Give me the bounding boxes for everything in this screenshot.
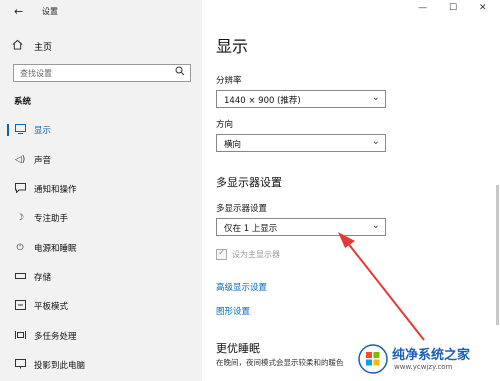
search-input[interactable]: 查找设置 [13,64,191,82]
orientation-dropdown[interactable]: 横向 ⌄ [216,134,386,152]
sidebar-item-label: 声音 [34,156,52,166]
chevron-down-icon: ⌄ [371,92,380,103]
storage-icon [13,272,27,282]
watermark-logo: 纯净系统之家 www.ycwjzy.com [356,341,496,377]
moon-icon: ☽ [15,213,25,223]
back-arrow-icon[interactable]: ← [14,5,23,18]
monitor-icon [13,123,27,137]
chevron-down-icon: ⌄ [371,220,380,231]
multi-display-dropdown[interactable]: 仅在 1 上显示 ⌄ [216,218,386,236]
scrollbar-thumb[interactable] [496,185,499,325]
sidebar-item-label: 投影到此电脑 [34,361,86,371]
sleep-heading: 更优睡眠 [216,342,260,355]
multitask-icon [13,330,27,343]
home-label: 主页 [34,42,53,53]
advanced-display-link[interactable]: 高级显示设置 [216,281,267,293]
sidebar-item-power[interactable]: ⏻ 电源和睡眠 [0,239,202,257]
sidebar-item-label: 通知和操作 [34,185,77,195]
notification-icon [13,182,27,196]
maximize-icon[interactable]: ☐ [449,3,457,13]
sidebar-item-label: 专注助手 [34,214,69,224]
window-title: 设置 [42,7,58,16]
tablet-icon [13,299,27,313]
settings-sidebar: ← 设置 主页 查找设置 系统 显示 ◁) 声音 通知和操作 ☽ 专注助手 ⏻ [0,0,202,381]
watermark-url: www.ycwjzy.com [394,363,453,371]
watermark-title: 纯净系统之家 [392,348,471,363]
sidebar-item-label: 多任务处理 [34,332,77,342]
chevron-down-icon: ⌄ [371,136,380,147]
checkbox-label: 设为主显示器 [232,250,280,259]
power-icon: ⏻ [16,243,24,253]
sidebar-item-label: 显示 [34,126,52,136]
home-icon [12,39,26,53]
sidebar-item-display[interactable]: 显示 [0,121,202,139]
search-placeholder: 查找设置 [20,69,52,78]
project-icon [13,358,27,372]
orientation-value: 横向 [224,140,242,150]
multi-display-heading: 多显示器设置 [216,176,282,189]
page-title: 显示 [216,37,249,56]
windows-logo-icon [358,344,388,374]
sidebar-item-label: 存储 [34,273,52,283]
sidebar-item-project[interactable]: 投影到此电脑 [0,356,202,374]
sidebar-item-label: 电源和睡眠 [34,244,77,254]
resolution-label: 分辨率 [216,76,242,86]
main-display-checkbox: 设为主显示器 [216,248,280,260]
graphics-settings-link[interactable]: 图形设置 [216,305,250,317]
home-link[interactable]: 主页 [12,38,52,54]
sidebar-item-multitasking[interactable]: 多任务处理 [0,327,202,345]
speaker-icon: ◁) [14,155,26,165]
display-settings-pane: — ☐ ✕ 显示 分辨率 1440 × 900 (推荐) ⌄ 方向 横向 ⌄ 多… [202,0,500,381]
sidebar-item-label: 平板模式 [34,302,69,312]
resolution-value: 1440 × 900 (推荐) [224,96,301,106]
sidebar-item-sound[interactable]: ◁) 声音 [0,151,202,169]
orientation-label: 方向 [216,120,234,130]
search-icon[interactable] [175,66,185,79]
sidebar-item-storage[interactable]: 存储 [0,268,202,286]
sleep-description: 在晚间，夜间模式会显示较柔和的暖色 [216,358,344,367]
scrollbar[interactable] [494,0,500,381]
sidebar-item-tablet-mode[interactable]: 平板模式 [0,297,202,315]
multi-display-label: 多显示器设置 [216,204,268,214]
minimize-icon[interactable]: — [418,3,427,13]
active-indicator [7,124,9,136]
multi-display-value: 仅在 1 上显示 [224,224,278,234]
sidebar-item-notifications[interactable]: 通知和操作 [0,180,202,198]
close-icon[interactable]: ✕ [479,3,487,13]
checkbox-box [216,248,227,260]
sidebar-item-focus-assist[interactable]: ☽ 专注助手 [0,209,202,227]
group-heading-system: 系统 [14,97,32,107]
resolution-dropdown[interactable]: 1440 × 900 (推荐) ⌄ [216,90,386,108]
